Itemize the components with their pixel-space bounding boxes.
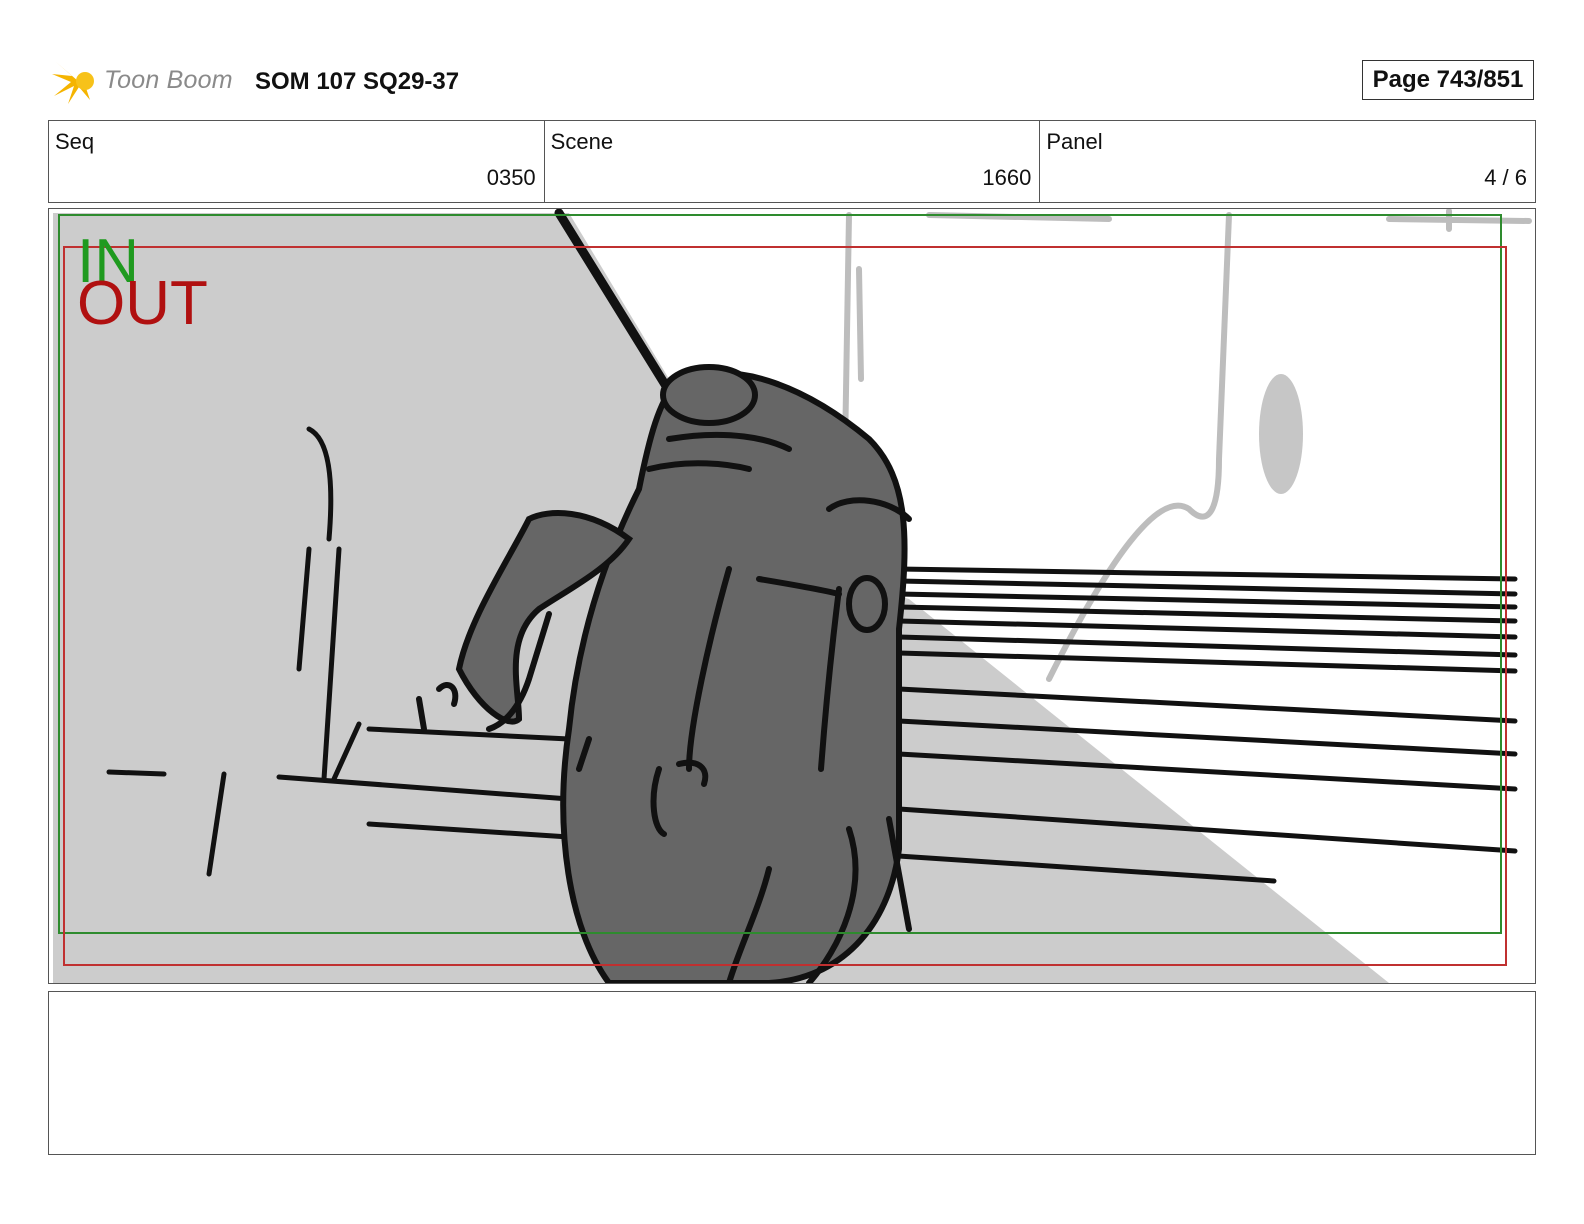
star-burst-icon <box>52 62 94 104</box>
seq-value: 0350 <box>486 165 536 190</box>
logo-text: Toon Boom <box>104 66 233 94</box>
seq-label: Seq <box>55 129 95 154</box>
scene-value: 1660 <box>982 165 1032 190</box>
scene-cell: Scene 1660 <box>545 121 1041 202</box>
page-indicator: Page 743/851 <box>1362 60 1534 100</box>
document-title: SOM 107 SQ29-37 <box>255 68 460 95</box>
panel-cell: Panel 4 / 6 <box>1040 121 1535 202</box>
info-table: Seq 0350 Scene 1660 Panel 4 / 6 <box>48 120 1536 203</box>
scene-label: Scene <box>550 129 614 154</box>
panel-value: 4 / 6 <box>1484 165 1528 190</box>
panel-label: Panel <box>1046 129 1103 154</box>
character-knob <box>660 364 758 426</box>
panel-notes-box <box>48 991 1536 1155</box>
storyboard-panel: IN OUT <box>48 208 1536 984</box>
seq-cell: Seq 0350 <box>49 121 545 202</box>
background-blob <box>1259 374 1303 494</box>
panel-sketch <box>53 209 1532 983</box>
toon-boom-logo: Toon Boom <box>50 56 240 106</box>
out-label: OUT <box>77 269 208 338</box>
